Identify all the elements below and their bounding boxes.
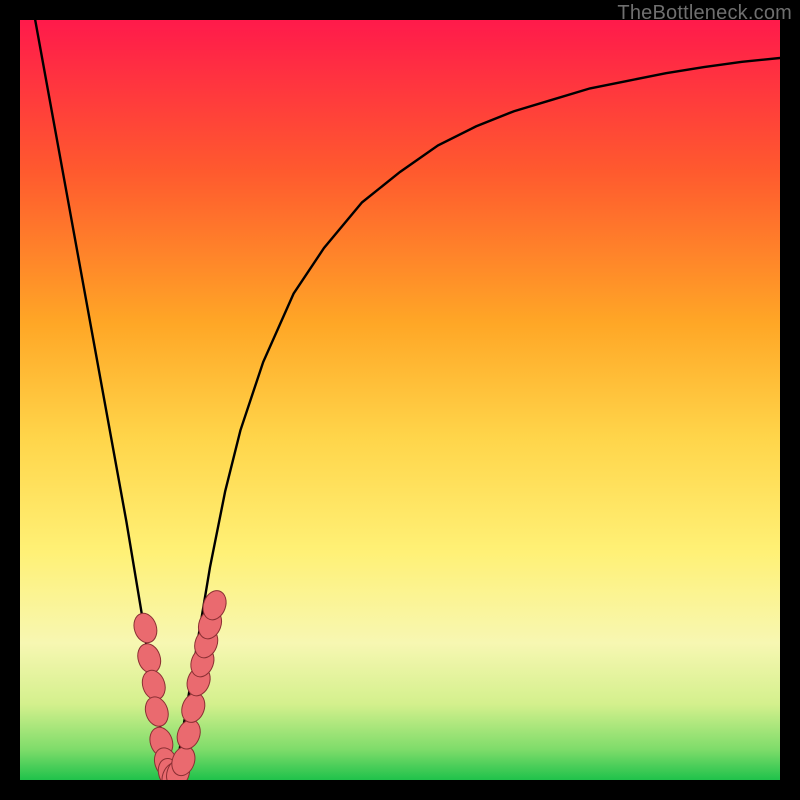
chart-frame: TheBottleneck.com <box>0 0 800 800</box>
gradient-background <box>20 20 780 780</box>
plot-area <box>20 20 780 780</box>
chart-svg <box>20 20 780 780</box>
